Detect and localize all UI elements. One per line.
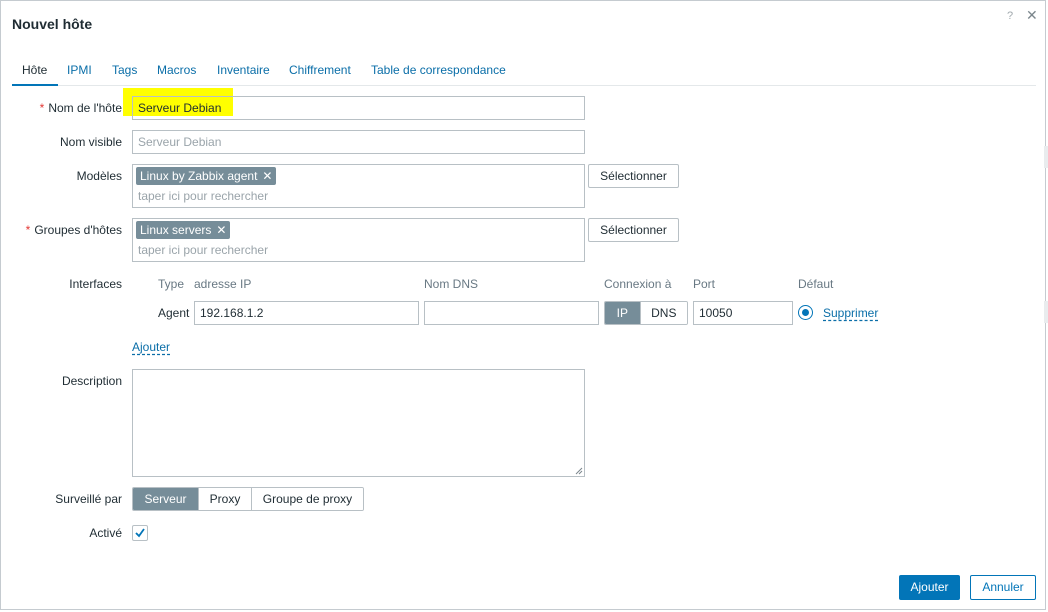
checkmark-icon — [135, 528, 145, 538]
host-groups-select-button[interactable]: Sélectionner — [588, 218, 679, 242]
tab-tags[interactable]: Tags — [112, 63, 137, 77]
templates-select-button[interactable]: Sélectionner — [588, 164, 679, 188]
dialog-title: Nouvel hôte — [12, 16, 93, 32]
host-groups-multiselect[interactable]: Linux servers ✕ taper ici pour rechercher — [132, 218, 585, 262]
tab-macros[interactable]: Macros — [157, 63, 196, 77]
connect-dns-option[interactable]: DNS — [640, 302, 687, 324]
tab-host[interactable]: Hôte — [22, 63, 47, 77]
templates-multiselect[interactable]: Linux by Zabbix agent ✕ taper ici pour re… — [132, 164, 585, 208]
add-button[interactable]: Ajouter — [899, 575, 960, 600]
col-default: Défaut — [798, 277, 834, 291]
tab-ipmi[interactable]: IPMI — [67, 63, 92, 77]
remove-chip-icon[interactable]: ✕ — [216, 223, 226, 237]
tab-value-mapping[interactable]: Table de correspondance — [371, 63, 506, 77]
add-interface-link[interactable]: Ajouter — [132, 340, 170, 354]
active-tab-indicator — [12, 84, 58, 86]
visible-name-input[interactable]: Serveur Debian — [132, 130, 585, 154]
new-host-dialog: Nouvel hôte ? ✕ Hôte IPMI Tags Macros In… — [0, 0, 1048, 610]
host-groups-search-input[interactable]: taper ici pour rechercher — [138, 243, 268, 257]
description-textarea[interactable] — [132, 369, 585, 477]
required-mark: * — [25, 223, 31, 237]
col-ip: adresse IP — [194, 277, 252, 291]
close-icon[interactable]: ✕ — [1026, 7, 1038, 24]
templates-label: Modèles — [76, 169, 122, 183]
monitored-by-label: Surveillé par — [55, 492, 122, 506]
help-icon[interactable]: ? — [1007, 10, 1013, 22]
interface-type: Agent — [158, 306, 190, 320]
resize-grip-icon[interactable] — [575, 467, 583, 475]
remove-interface-link[interactable]: Supprimer — [823, 306, 878, 320]
interface-ip-input[interactable]: 192.168.1.2 — [194, 301, 419, 325]
col-type: Type — [158, 277, 185, 291]
connect-ip-option[interactable]: IP — [605, 302, 641, 324]
scroll-edge-marker — [1044, 146, 1048, 168]
enabled-checkbox[interactable] — [132, 525, 148, 541]
col-port: Port — [693, 277, 716, 291]
template-chip: Linux by Zabbix agent ✕ — [136, 167, 277, 185]
host-name-input[interactable]: Serveur Debian — [132, 96, 585, 120]
host-groups-label: * Groupes d'hôtes — [25, 223, 122, 237]
monitored-by-server[interactable]: Serveur — [133, 488, 199, 510]
description-label: Description — [61, 374, 122, 388]
interface-port-input[interactable]: 10050 — [693, 301, 793, 325]
scroll-edge-marker — [1044, 301, 1048, 323]
tab-bar: Hôte IPMI Tags Macros Inventaire Chiffre… — [12, 55, 1036, 86]
col-dns: Nom DNS — [424, 277, 479, 291]
templates-search-input[interactable]: taper ici pour rechercher — [138, 189, 268, 203]
enabled-label: Activé — [89, 526, 122, 540]
monitored-by-proxy[interactable]: Proxy — [199, 488, 252, 510]
col-connect: Connexion à — [604, 277, 672, 291]
cancel-button[interactable]: Annuler — [970, 575, 1036, 600]
monitored-by-proxy-group[interactable]: Groupe de proxy — [252, 488, 363, 510]
interface-dns-input[interactable] — [424, 301, 599, 325]
host-group-chip: Linux servers ✕ — [136, 221, 231, 239]
monitored-by-toggle: Serveur Proxy Groupe de proxy — [132, 487, 364, 511]
interfaces-label: Interfaces — [69, 277, 122, 291]
remove-chip-icon[interactable]: ✕ — [262, 169, 272, 183]
connect-to-toggle: IP DNS — [604, 301, 688, 325]
visible-name-label: Nom visible — [59, 135, 122, 149]
host-name-label: * Nom de l'hôte — [39, 101, 122, 115]
tab-encryption[interactable]: Chiffrement — [289, 63, 351, 77]
required-mark: * — [39, 101, 45, 115]
tab-inventory[interactable]: Inventaire — [217, 63, 270, 77]
default-interface-radio[interactable] — [798, 305, 813, 320]
